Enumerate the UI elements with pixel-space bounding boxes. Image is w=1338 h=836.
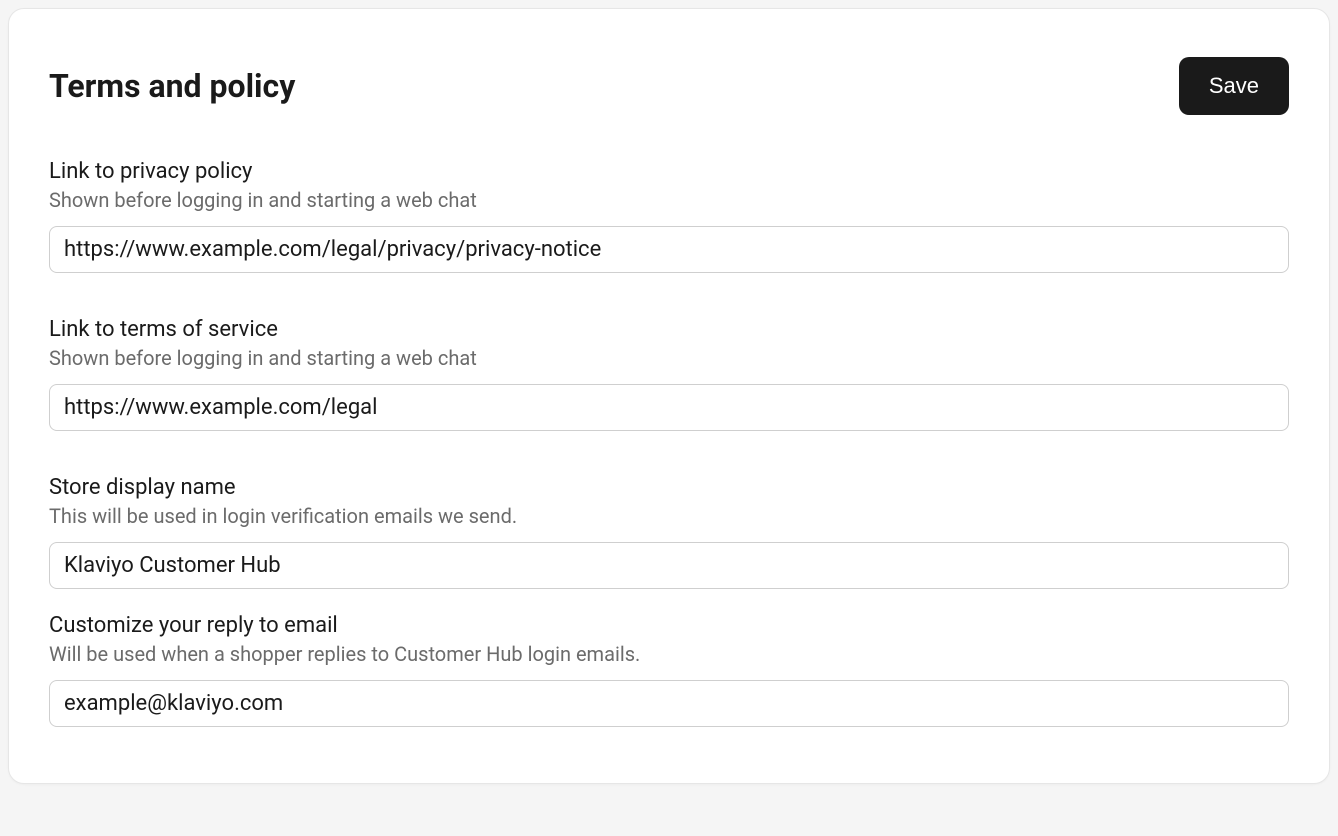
privacy-policy-label: Link to privacy policy [49,159,1289,184]
card-header: Terms and policy Save [49,57,1289,115]
store-display-name-help: This will be used in login verification … [49,504,1289,528]
card-title: Terms and policy [49,67,295,105]
reply-to-email-help: Will be used when a shopper replies to C… [49,642,1289,666]
privacy-policy-field-group: Link to privacy policy Shown before logg… [49,159,1289,273]
store-display-name-input[interactable] [49,542,1289,589]
terms-of-service-label: Link to terms of service [49,317,1289,342]
store-display-name-label: Store display name [49,475,1289,500]
terms-and-policy-card: Terms and policy Save Link to privacy po… [8,8,1330,784]
store-display-name-field-group: Store display name This will be used in … [49,475,1289,589]
reply-to-email-label: Customize your reply to email [49,613,1289,638]
save-button[interactable]: Save [1179,57,1289,115]
reply-to-email-input[interactable] [49,680,1289,727]
reply-to-email-field-group: Customize your reply to email Will be us… [49,613,1289,727]
terms-of-service-input[interactable] [49,384,1289,431]
privacy-policy-help: Shown before logging in and starting a w… [49,188,1289,212]
privacy-policy-input[interactable] [49,226,1289,273]
terms-of-service-help: Shown before logging in and starting a w… [49,346,1289,370]
terms-of-service-field-group: Link to terms of service Shown before lo… [49,317,1289,431]
